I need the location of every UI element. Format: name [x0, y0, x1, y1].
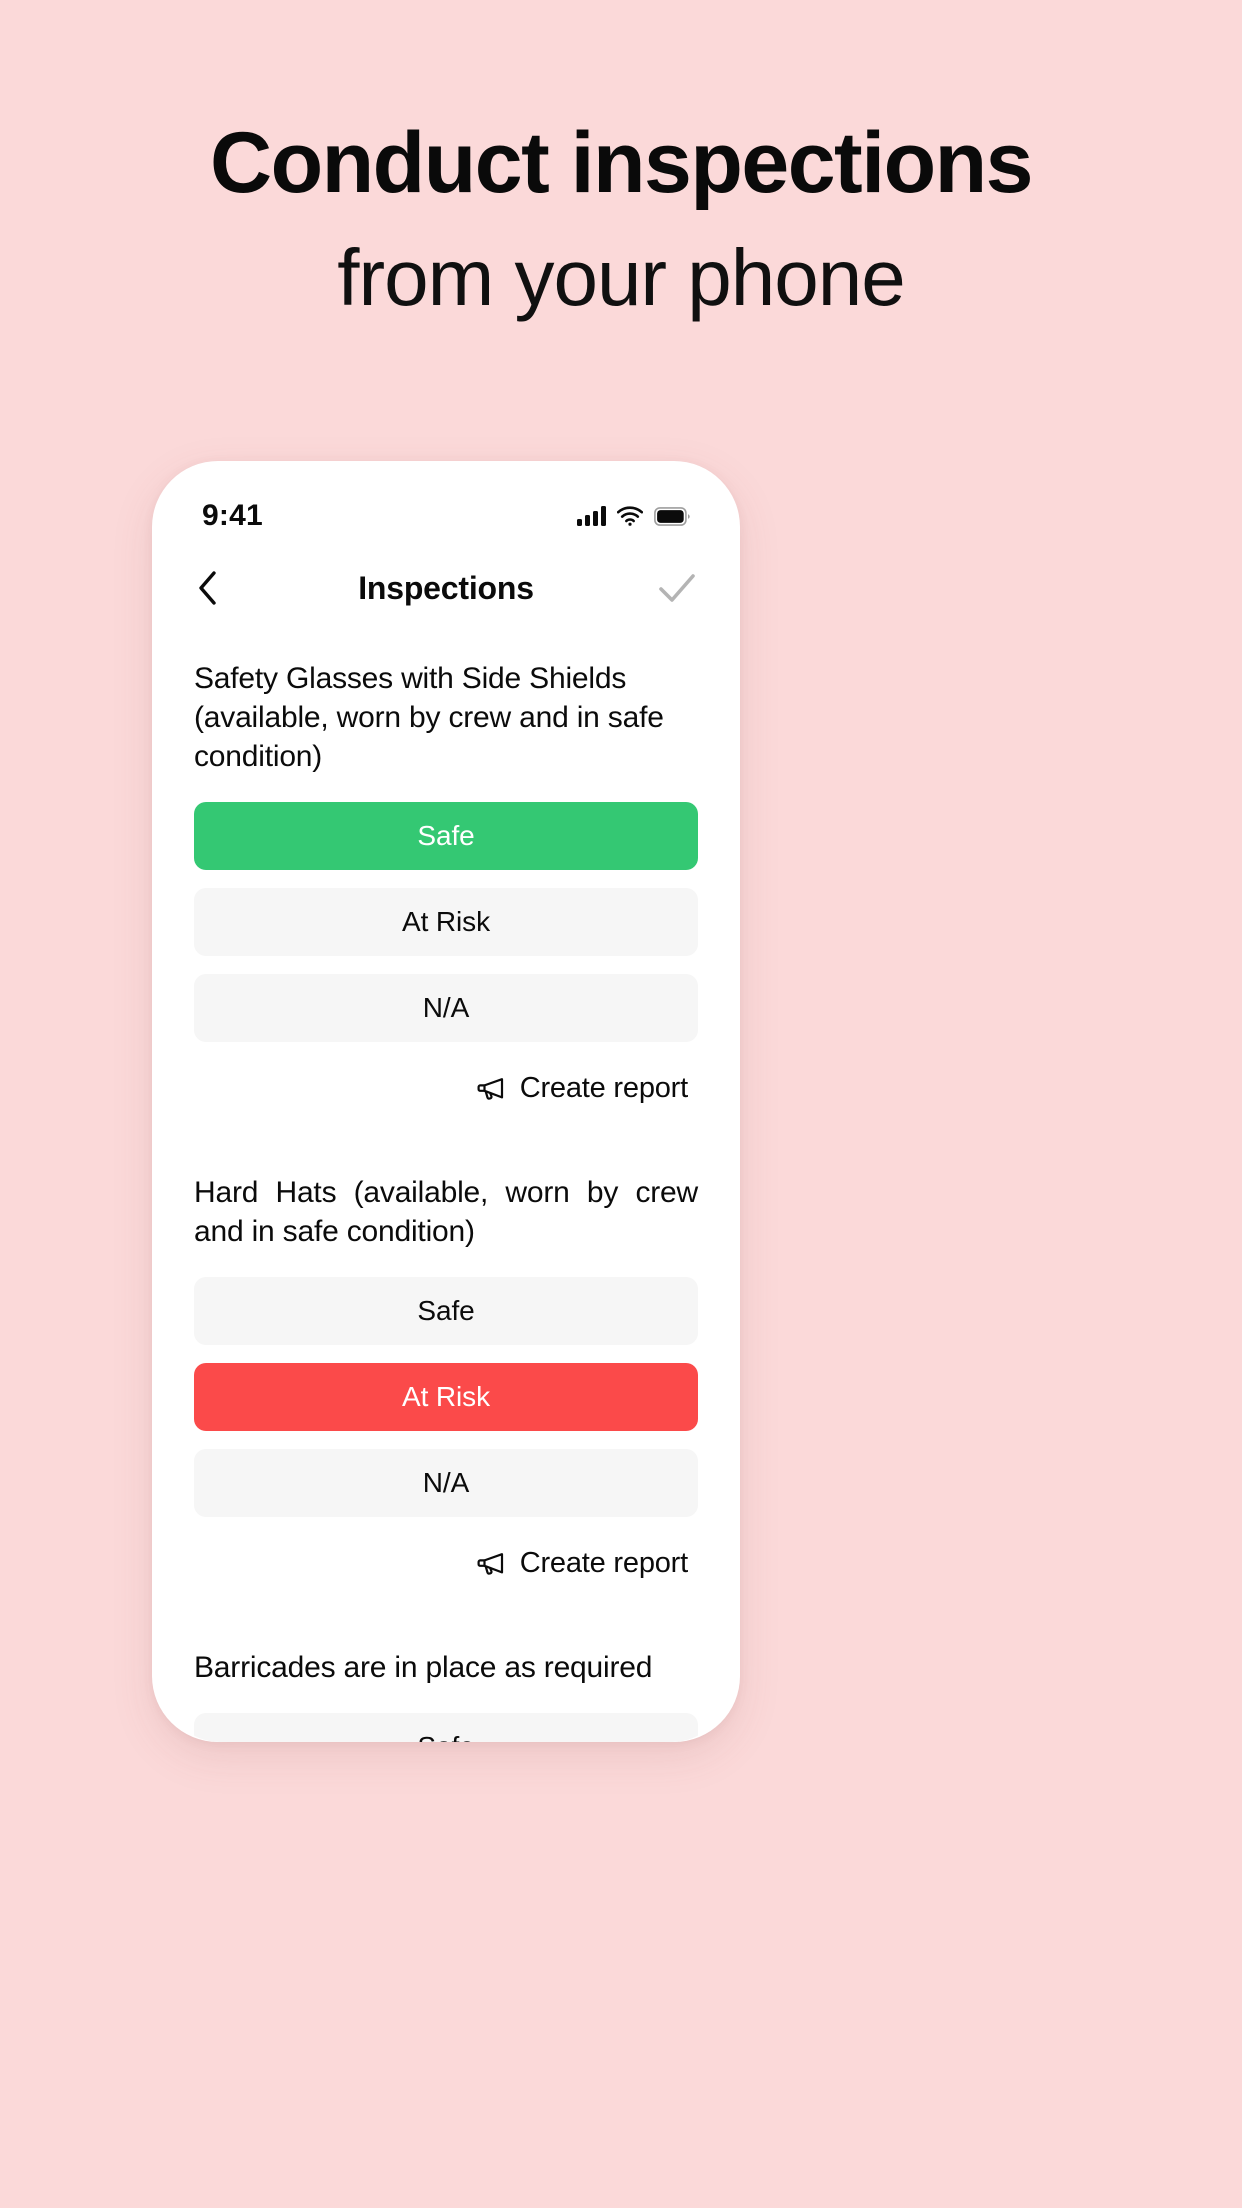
create-report-button[interactable]: Create report	[194, 1072, 698, 1111]
option-at-risk[interactable]: At Risk	[194, 1363, 698, 1431]
page-title: Inspections	[358, 569, 534, 606]
option-na[interactable]: N/A	[194, 1449, 698, 1517]
create-report-button[interactable]: Create report	[194, 1547, 698, 1586]
hero-title: Conduct inspections	[210, 115, 1033, 211]
phone-screen: 9:41 Inspections Safety Glasses with Sid…	[164, 473, 728, 1742]
option-safe[interactable]: Safe	[194, 1277, 698, 1345]
phone-device-frame: 9:41 Inspections Safety Glasses with Sid…	[152, 461, 740, 1742]
status-bar-time: 9:41	[202, 499, 263, 532]
create-report-label: Create report	[519, 1547, 688, 1579]
inspection-item: Barricades are in place as required Safe	[194, 1648, 698, 1742]
cellular-signal-icon	[577, 506, 606, 526]
inspection-list: Safety Glasses with Side Shields (availa…	[164, 659, 728, 1742]
confirm-button[interactable]	[650, 565, 696, 611]
inspection-item: Safety Glasses with Side Shields (availa…	[194, 659, 698, 1111]
inspection-question: Hard Hats (available, worn by crew and i…	[194, 1176, 698, 1248]
back-button[interactable]	[196, 565, 242, 611]
inspection-question: Safety Glasses with Side Shields (availa…	[194, 662, 664, 773]
hero-subtitle: from your phone	[337, 233, 906, 323]
inspection-question: Barricades are in place as required	[194, 1651, 653, 1684]
wifi-icon	[617, 506, 643, 526]
battery-full-icon	[654, 506, 690, 526]
option-na[interactable]: N/A	[194, 974, 698, 1042]
option-safe[interactable]: Safe	[194, 1713, 698, 1742]
check-icon	[658, 573, 696, 603]
status-bar: 9:41	[164, 473, 728, 545]
megaphone-icon	[476, 1076, 506, 1102]
marketing-hero: Conduct inspections from your phone	[0, 0, 1242, 323]
chevron-left-icon	[196, 570, 218, 606]
navigation-bar: Inspections	[164, 545, 728, 631]
inspection-item: Hard Hats (available, worn by crew and i…	[194, 1173, 698, 1586]
section-divider	[194, 1111, 698, 1145]
section-divider	[194, 1586, 698, 1620]
option-at-risk[interactable]: At Risk	[194, 888, 698, 956]
megaphone-icon	[476, 1551, 506, 1577]
option-safe[interactable]: Safe	[194, 802, 698, 870]
status-bar-icons	[577, 506, 690, 526]
create-report-label: Create report	[519, 1072, 688, 1104]
